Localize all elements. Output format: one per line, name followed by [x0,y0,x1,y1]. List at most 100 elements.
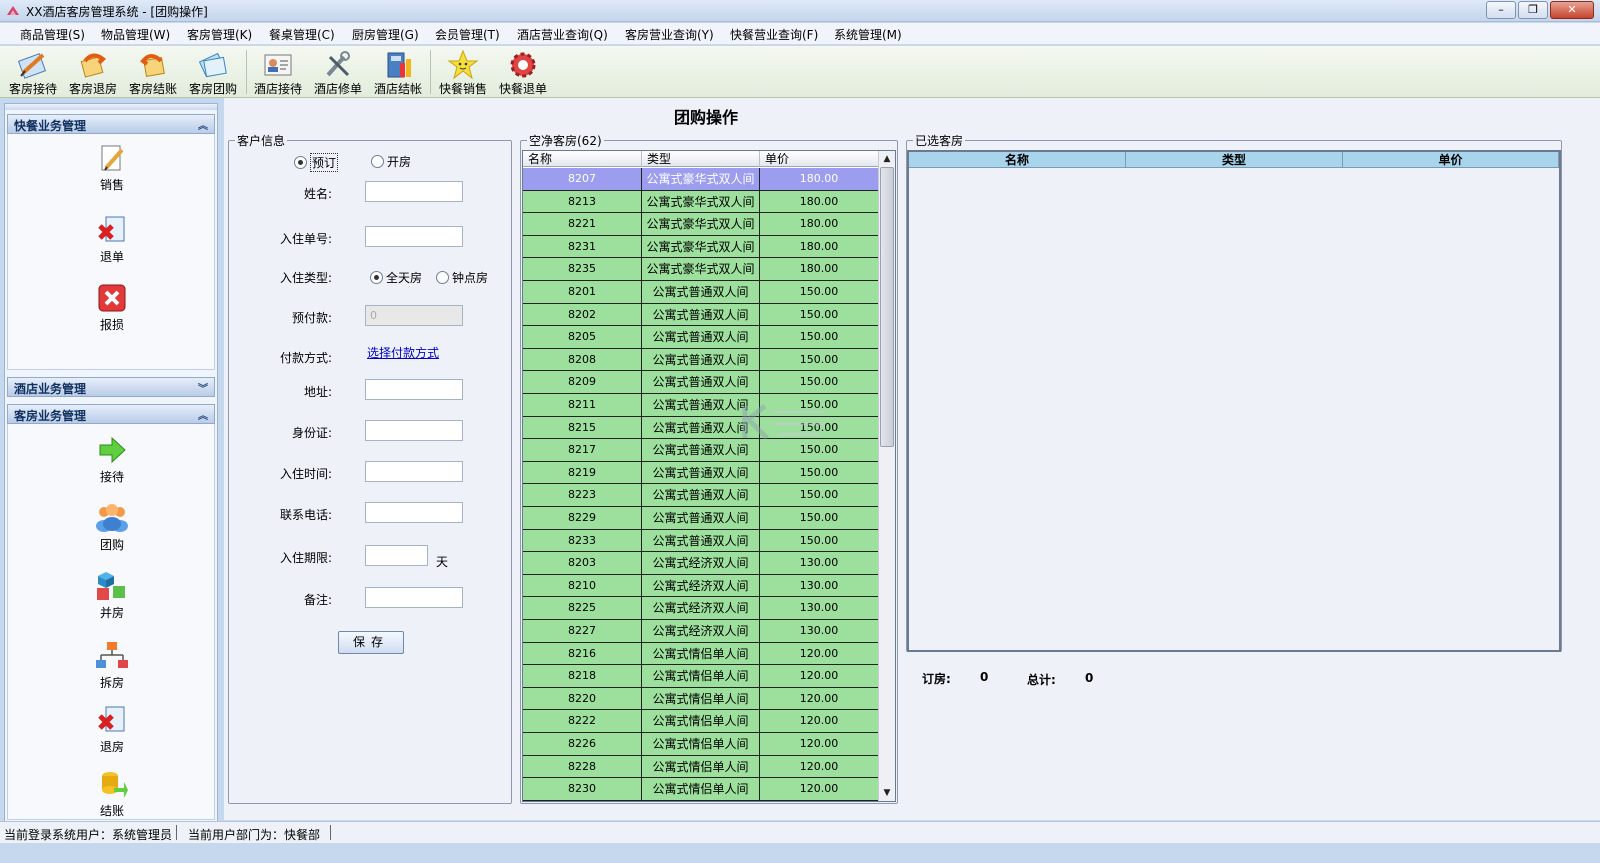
cell-room-name: 8213 [523,190,642,213]
type-fullday-radio[interactable]: 全天房 [370,269,422,286]
table-row[interactable]: 8226 公寓式情侣单人间 120.00 [523,733,879,756]
table-row[interactable]: 8231 公寓式豪华式双人间 180.00 [523,235,879,259]
table-row[interactable]: 8228 公寓式情侣单人间 120.00 [523,755,879,779]
address-input[interactable] [365,379,463,400]
sidebar-item-group[interactable]: 团购 [8,502,214,553]
toolbar-room-group-button[interactable]: 客房团购 [184,46,242,98]
menu-fastfood-query[interactable]: 快餐营业查询(F) [730,26,818,43]
doc-delete-icon [98,216,125,242]
sidebar-item-merge[interactable]: 并房 [8,570,214,621]
column-header-price[interactable]: 单价 [760,151,879,167]
group-fastfood-header[interactable]: 快餐业务管理 ︽ [7,114,215,134]
checkin-no-input[interactable] [365,226,463,247]
save-button[interactable]: 保存 [338,631,404,654]
id-input[interactable] [365,420,463,441]
menu-system[interactable]: 系统管理(M) [834,26,902,43]
toolbar-fastfood-refund-button[interactable]: 快餐退单 [494,46,552,98]
sidebar-item-settle[interactable]: 结账 [8,768,214,819]
checkin-time-input[interactable] [365,461,463,482]
table-row[interactable]: 8205 公寓式普通双人间 150.00 [523,326,879,349]
chevron-up-icon: ︽ [198,411,208,422]
column-header-type[interactable]: 类型 [1126,152,1343,168]
table-row[interactable]: 8217 公寓式普通双人间 150.00 [523,439,879,462]
sidebar-item-damage[interactable]: 报损 [8,282,216,333]
scroll-up-arrow-icon[interactable]: ▲ [879,151,895,167]
table-row[interactable]: 8221 公寓式豪华式双人间 180.00 [523,213,879,236]
table-row[interactable]: 8229 公寓式普通双人间 150.00 [523,507,879,530]
table-row[interactable]: 8211 公寓式普通双人间 150.00 [523,394,879,417]
name-input[interactable] [365,181,463,202]
column-header-name[interactable]: 名称 [523,151,642,167]
cell-room-name: 8235 [523,258,642,281]
toolbar-hotel-checkout-button[interactable]: 酒店结帐 [369,46,427,98]
phone-input[interactable] [365,502,463,523]
mode-open-radio[interactable]: 开房 [371,153,411,170]
cell-room-price: 120.00 [760,778,879,801]
scroll-down-arrow-icon[interactable]: ▼ [879,785,895,801]
choose-payment-link[interactable]: 选择付款方式 [367,344,439,361]
sidebar-item-reception[interactable]: 接待 [8,434,214,485]
table-row[interactable]: 8210 公寓式经济双人间 130.00 [523,574,879,598]
toolbar-label: 客房团购 [188,82,237,96]
table-row[interactable]: 8230 公寓式情侣单人间 120.00 [523,778,879,801]
table-row[interactable]: 8201 公寓式普通双人间 150.00 [523,281,879,304]
column-header-type[interactable]: 类型 [642,151,760,167]
table-row[interactable]: 8225 公寓式经济双人间 130.00 [523,597,879,620]
menu-kitchen[interactable]: 厨房管理(G) [352,26,419,43]
menu-rooms[interactable]: 客房管理(K) [187,26,252,43]
note-input[interactable] [365,587,463,608]
cell-room-name: 8227 [523,620,642,642]
mode-reserve-radio[interactable]: 预订 [294,153,339,172]
menu-room-query[interactable]: 客房营业查询(Y) [625,26,714,43]
group-room-header[interactable]: 客房业务管理 ︽ [7,404,215,424]
table-row[interactable]: 8208 公寓式普通双人间 150.00 [523,348,879,372]
menu-hotel-query[interactable]: 酒店营业查询(Q) [517,26,608,43]
group-hotel-header[interactable]: 酒店业务管理 ︾ [7,377,215,397]
toolbar-hotel-modify-button[interactable]: 酒店修单 [309,46,367,98]
toolbar-hotel-reception-button[interactable]: 酒店接待 [249,46,307,98]
sidebar-scroll-up[interactable] [5,104,217,110]
sidebar-item-checkout[interactable]: 退房 [8,704,214,755]
toolbar-room-checkin-button[interactable]: 客房接待 [4,46,62,98]
table-row[interactable]: 8218 公寓式情侣单人间 120.00 [523,665,879,688]
toolbar-room-settle-button[interactable]: 客房结账 [124,46,182,98]
sidebar-item-sale[interactable]: 销售 [8,142,216,193]
menu-items[interactable]: 物品管理(W) [101,26,170,43]
table-row[interactable]: 8202 公寓式普通双人间 150.00 [523,303,879,327]
table-row[interactable]: 8235 公寓式豪华式双人间 180.00 [523,258,879,281]
menu-tables[interactable]: 餐桌管理(C) [269,26,335,43]
restore-button[interactable]: ❐ [1518,1,1548,19]
table-row[interactable]: 8219 公寓式普通双人间 150.00 [523,461,879,485]
minimize-button[interactable]: – [1486,1,1516,19]
menu-members[interactable]: 会员管理(T) [435,26,500,43]
splitter[interactable] [218,98,223,828]
period-unit: 天 [436,555,449,569]
close-button[interactable]: ✕ [1550,1,1594,19]
sidebar-item-refund[interactable]: 退单 [8,214,216,265]
cell-room-name: 8218 [523,665,642,688]
scroll-thumb[interactable] [880,167,894,447]
sidebar-item-split[interactable]: 拆房 [8,640,214,691]
column-header-name[interactable]: 名称 [909,152,1126,168]
table-row[interactable]: 8203 公寓式经济双人间 130.00 [523,552,879,575]
table-row[interactable]: 8207 公寓式豪华式双人间 180.00 [523,168,879,191]
menu-goods[interactable]: 商品管理(S) [20,26,85,43]
table-row[interactable]: 8220 公寓式情侣单人间 120.00 [523,687,879,711]
table-row[interactable]: 8209 公寓式普通双人间 150.00 [523,371,879,394]
table-row[interactable]: 8215 公寓式普通双人间 150.00 [523,416,879,440]
cell-room-name: 8223 [523,484,642,507]
table-row[interactable]: 8233 公寓式普通双人间 150.00 [523,529,879,553]
table-row[interactable]: 8227 公寓式经济双人间 130.00 [523,620,879,643]
vacant-scrollbar[interactable]: ▲ ▼ [878,151,895,801]
gear-red-icon [510,52,536,78]
type-hourly-radio[interactable]: 钟点房 [436,269,488,286]
cards-icon [198,52,227,78]
column-header-price[interactable]: 单价 [1343,152,1559,168]
toolbar-room-checkout-button[interactable]: 客房退房 [64,46,122,98]
toolbar-fastfood-sale-button[interactable]: 快餐销售 [434,46,492,98]
table-row[interactable]: 8223 公寓式普通双人间 150.00 [523,484,879,507]
table-row[interactable]: 8222 公寓式情侣单人间 120.00 [523,710,879,733]
table-row[interactable]: 8216 公寓式情侣单人间 120.00 [523,642,879,666]
table-row[interactable]: 8213 公寓式豪华式双人间 180.00 [523,190,879,214]
period-input[interactable] [365,545,428,566]
